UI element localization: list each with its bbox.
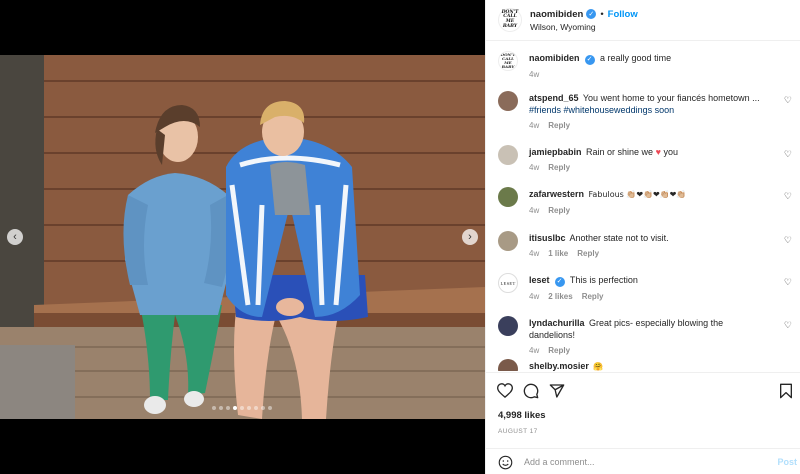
carousel-dot xyxy=(261,406,265,410)
commenter-username[interactable]: lyndachurilla xyxy=(529,318,585,328)
comment-age: 4w xyxy=(529,206,540,215)
post-photo[interactable] xyxy=(0,55,485,419)
comment-hashtags[interactable]: #friends #whitehouseweddings soon xyxy=(529,105,674,115)
comment-age: 4w xyxy=(529,163,540,172)
reply-button[interactable]: Reply xyxy=(582,292,604,301)
author-avatar-small[interactable]: DON'T CALL ME BABY xyxy=(498,51,518,71)
carousel-dot xyxy=(240,406,244,410)
like-comment-heart-icon[interactable]: ♡ xyxy=(784,321,792,330)
like-heart-icon[interactable] xyxy=(497,383,513,398)
verified-badge-icon: ✓ xyxy=(584,54,595,65)
like-comment-heart-icon[interactable]: ♡ xyxy=(784,150,792,159)
post-side-panel: DON'T CALL ME BABY naomibiden ✓ • Follow W… xyxy=(485,0,800,474)
caption-username[interactable]: naomibiden xyxy=(529,53,580,63)
commenter-avatar[interactable] xyxy=(498,359,518,371)
comment-composer: Add a comment... Post xyxy=(486,448,800,474)
red-heart-icon: ♥ xyxy=(655,147,661,157)
commenter-username[interactable]: jamiepbabin xyxy=(529,147,582,157)
avatar-logo-text: DON'T CALL ME BABY xyxy=(501,9,519,29)
comment-text: Fabulous 👏🏼❤👏🏼❤👏🏼❤👏🏼 xyxy=(588,190,687,199)
like-comment-heart-icon[interactable]: ♡ xyxy=(784,278,792,287)
reply-button[interactable]: Reply xyxy=(548,163,570,172)
comment-text-after: you xyxy=(663,147,678,157)
carousel-dot xyxy=(219,406,223,410)
comment-input[interactable]: Add a comment... xyxy=(524,457,595,467)
comment-likes[interactable]: 2 likes xyxy=(548,292,572,301)
follow-button[interactable]: Follow xyxy=(608,9,638,20)
comment-age: 4w xyxy=(529,121,540,130)
author-username[interactable]: naomibiden xyxy=(530,9,583,20)
comment-text-before: Rain or shine we xyxy=(586,147,654,157)
share-plane-icon[interactable] xyxy=(549,383,565,399)
post-header: DON'T CALL ME BABY naomibiden ✓ • Follow W… xyxy=(486,0,800,41)
like-comment-heart-icon[interactable]: ♡ xyxy=(784,236,792,245)
comment-text: This is perfection xyxy=(569,275,638,285)
verified-badge-icon: ✓ xyxy=(554,276,565,287)
commenter-username[interactable]: zafarwestern xyxy=(529,189,584,199)
commenter-avatar[interactable] xyxy=(498,316,518,336)
caption-text: a really good time xyxy=(600,53,672,63)
carousel-dot xyxy=(254,406,258,410)
post-location[interactable]: Wilson, Wyoming xyxy=(530,22,638,32)
caption-age: 4w xyxy=(529,69,540,79)
photo-illustration xyxy=(0,55,485,419)
reply-button[interactable]: Reply xyxy=(548,346,570,355)
commenter-avatar[interactable] xyxy=(498,187,518,207)
verified-badge-icon: ✓ xyxy=(586,9,597,19)
commenter-avatar[interactable] xyxy=(498,145,518,165)
carousel-dots xyxy=(212,406,272,410)
comment-text: Another state not to visit. xyxy=(569,233,669,243)
carousel-dot xyxy=(233,406,237,410)
comment-age: 4w xyxy=(529,249,540,258)
likes-count[interactable]: 4,998 likes xyxy=(498,410,546,421)
previous-photo-button[interactable]: ‹ xyxy=(7,229,23,245)
comment-text: You went home to your fiancés hometown .… xyxy=(582,93,760,103)
avatar-text: LESET xyxy=(500,280,516,286)
commenter-avatar[interactable] xyxy=(498,91,518,111)
emoji-smile-icon[interactable] xyxy=(498,455,513,470)
commenter-username[interactable]: shelby.mosier xyxy=(529,361,589,371)
commenter-username[interactable]: leset xyxy=(529,275,550,285)
reply-button[interactable]: Reply xyxy=(548,121,570,130)
commenter-avatar[interactable]: LESET xyxy=(498,273,518,293)
carousel-dot xyxy=(268,406,272,410)
separator-dot: • xyxy=(600,8,604,20)
comment-likes[interactable]: 1 like xyxy=(548,249,568,258)
commenter-username[interactable]: itisuslbc xyxy=(529,233,566,243)
post-actions: 4,998 likes AUGUST 17 Add a comment... P… xyxy=(486,372,800,474)
save-bookmark-icon[interactable] xyxy=(779,383,793,399)
reply-button[interactable]: Reply xyxy=(548,206,570,215)
carousel-dot xyxy=(226,406,230,410)
like-comment-heart-icon[interactable]: ♡ xyxy=(784,96,792,105)
carousel-dot xyxy=(212,406,216,410)
commenter-avatar[interactable] xyxy=(498,231,518,251)
comment-age: 4w xyxy=(529,291,540,301)
carousel-dot xyxy=(247,406,251,410)
comment-age: 4w xyxy=(529,346,540,355)
reply-button[interactable]: Reply xyxy=(577,249,599,258)
like-comment-heart-icon[interactable]: ♡ xyxy=(784,192,792,201)
comments-list[interactable]: DON'T CALL ME BABY naomibiden ✓ a really go… xyxy=(486,41,800,371)
commenter-username[interactable]: atspend_65 xyxy=(529,93,579,103)
comment-text: 🤗 xyxy=(593,362,604,371)
post-comment-button[interactable]: Post xyxy=(777,457,797,467)
post-date: AUGUST 17 xyxy=(498,428,538,435)
next-photo-button[interactable]: › xyxy=(462,229,478,245)
chevron-left-icon: ‹ xyxy=(13,230,17,243)
chevron-right-icon: › xyxy=(468,230,472,243)
author-avatar[interactable]: DON'T CALL ME BABY xyxy=(498,8,522,32)
comment-bubble-icon[interactable] xyxy=(523,383,539,399)
post-media-viewer: ‹ › xyxy=(0,0,485,474)
